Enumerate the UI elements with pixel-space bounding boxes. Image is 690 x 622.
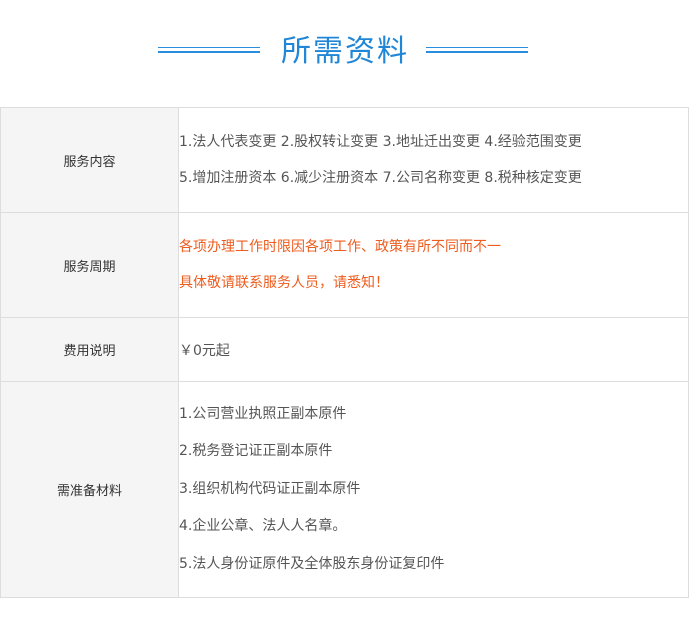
material-item: 3.组织机构代码证正副本原件 xyxy=(179,480,361,497)
service-item-line: 1.法人代表变更 2.股权转让变更 3.地址迁出变更 4.经验范围变更 xyxy=(179,134,582,150)
material-item: 4.企业公章、法人人名章。 xyxy=(179,518,347,535)
material-item: 1.公司营业执照正副本原件 xyxy=(179,405,347,422)
row-content: 各项办理工作时限因各项工作、政策有所不同而不一 具体敬请联系服务人员，请悉知！ xyxy=(178,212,689,318)
fee-value: ￥0元起 xyxy=(179,342,230,359)
table-row-fee: 费用说明 ￥0元起 xyxy=(0,317,689,382)
table-row-service-period: 服务周期 各项办理工作时限因各项工作、政策有所不同而不一 具体敬请联系服务人员，… xyxy=(0,212,689,318)
material-item: 5.法人身份证原件及全体股东身份证复印件 xyxy=(179,555,445,572)
service-item-line: 5.增加注册资本 6.减少注册资本 7.公司名称变更 8.税种核定变更 xyxy=(179,170,582,186)
table-row-service-content: 服务内容 1.法人代表变更 2.股权转让变更 3.地址迁出变更 4.经验范围变更… xyxy=(0,107,689,213)
section-header: 所需资料 xyxy=(0,0,690,108)
page-title: 所需资料 xyxy=(281,34,409,69)
row-content: ￥0元起 xyxy=(178,317,689,382)
title-right-decoration xyxy=(426,47,528,55)
period-note-line: 具体敬请联系服务人员，请悉知！ xyxy=(179,275,389,291)
row-label: 服务内容 xyxy=(0,107,179,213)
row-content: 1.法人代表变更 2.股权转让变更 3.地址迁出变更 4.经验范围变更 5.增加… xyxy=(178,107,689,213)
period-note-line: 各项办理工作时限因各项工作、政策有所不同而不一 xyxy=(179,239,501,255)
table-row-materials: 需准备材料 1.公司营业执照正副本原件 2.税务登记证正副本原件 3.组织机构代… xyxy=(0,381,689,598)
info-table: 服务内容 1.法人代表变更 2.股权转让变更 3.地址迁出变更 4.经验范围变更… xyxy=(0,107,689,598)
row-label: 需准备材料 xyxy=(0,381,179,598)
row-content: 1.公司营业执照正副本原件 2.税务登记证正副本原件 3.组织机构代码证正副本原… xyxy=(178,381,689,598)
row-label: 费用说明 xyxy=(0,317,179,382)
row-label: 服务周期 xyxy=(0,212,179,318)
material-item: 2.税务登记证正副本原件 xyxy=(179,443,333,460)
